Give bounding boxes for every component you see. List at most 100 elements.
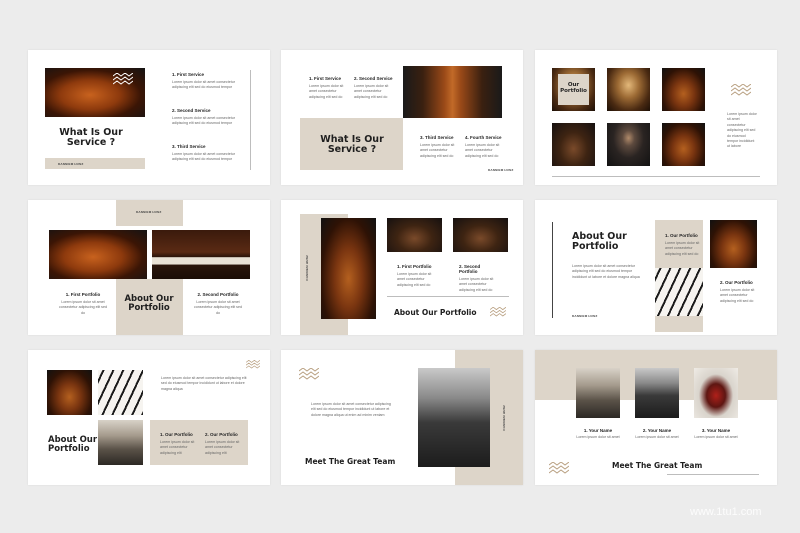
- team-member-name: 3. Your Name: [701, 428, 731, 433]
- portfolio-item-text: Lorem ipsum dolor sit amet consectetur a…: [205, 440, 240, 455]
- piano-keys-photo: [655, 268, 703, 316]
- service-item-text: Lorem ipsum dolor sit amet consectetur a…: [172, 152, 235, 162]
- tag-label: DANNIEM HUNZ: [58, 162, 84, 166]
- piano-keys-photo: [98, 370, 143, 415]
- tag-label: DANNIEM HUNZ: [572, 314, 598, 318]
- slide-about-portfolio-2[interactable]: DANNIEM HUNZ 1. First Portfolio Lorem ip…: [281, 200, 523, 335]
- tag-label: DANNIEM HUNZ: [305, 255, 309, 281]
- service-item: 4. Fourth Service Lorem ipsum dolor sit …: [465, 135, 503, 159]
- service-item-title: 2. Second Service: [172, 108, 211, 113]
- service-item-text: Lorem ipsum dolor sit amet consectetur a…: [309, 84, 344, 99]
- portfolio-item: 1. Our Portfolio Lorem ipsum dolor sit a…: [160, 432, 198, 456]
- slide-title: Meet The Great Team: [612, 461, 703, 470]
- portfolio-description: Lorem ipsum dolor sit amet consectetur a…: [727, 112, 757, 149]
- service-item-title: 4. Fourth Service: [465, 135, 502, 140]
- watermark: www.1tu1.com: [690, 506, 762, 518]
- service-item-text: Lorem ipsum dolor sit amet consectetur a…: [172, 80, 235, 90]
- slide-title: About Our Portfolio: [124, 294, 174, 314]
- service-item-title: 1. First Service: [309, 76, 342, 81]
- tag-label: DANNIEM HUNZ: [136, 210, 162, 214]
- orchestra-photo: [387, 218, 442, 252]
- slide-our-portfolio-grid[interactable]: Our Portfolio Lorem ipsum dolor sit amet…: [535, 50, 777, 185]
- slide-meet-the-team-1[interactable]: DANNIEM HUNZ Lorem ipsum dolor sit amet …: [281, 350, 523, 485]
- portfolio-item: 2. Second Portfolio Lorem ipsum dolor si…: [193, 292, 243, 316]
- portfolio-item: 1. First Portfolio Lorem ipsum dolor sit…: [397, 264, 437, 288]
- portfolio-item: 2. Second Portfolio Lorem ipsum dolor si…: [459, 264, 499, 293]
- service-item: 3. Third Service Lorem ipsum dolor sit a…: [420, 135, 458, 159]
- violin-photo: [49, 230, 147, 279]
- team-member: 2. Your Name Lorem ipsum dolor sit amet: [635, 428, 679, 440]
- wave-icon: [299, 368, 319, 380]
- portfolio-item-title: 2. Our Portfolio: [720, 280, 753, 285]
- portfolio-item-title: 2. Second Portfolio: [459, 264, 481, 274]
- portfolio-description: Lorem ipsum dolor sit amet consectetur a…: [161, 376, 247, 391]
- service-item-title: 2. Second Service: [354, 76, 393, 81]
- portfolio-description: Lorem ipsum dolor sit amet consectetur a…: [572, 264, 640, 279]
- service-item-title: 3. Third Service: [172, 144, 206, 149]
- service-item-title: 3. Third Service: [420, 135, 454, 140]
- cello-photo: [47, 370, 92, 415]
- portfolio-item-text: Lorem ipsum dolor sit amet consectetur a…: [160, 440, 195, 455]
- wave-icon: [490, 307, 506, 317]
- service-item: 2. Second Service Lorem ipsum dolor sit …: [354, 76, 394, 100]
- wave-icon: [549, 462, 569, 474]
- wave-icon: [731, 84, 751, 96]
- team-member: 3. Your Name Lorem ipsum dolor sit amet: [694, 428, 738, 440]
- tag-label: DANNIEM HUNZ: [488, 168, 514, 172]
- team-member-photo: [694, 368, 738, 418]
- service-item-title: 1. First Service: [172, 72, 205, 77]
- wave-icon: [113, 73, 133, 85]
- portfolio-item-title: 1. First Portfolio: [65, 292, 101, 297]
- orchestra-photo: [552, 123, 595, 166]
- slide-title: What Is Our Service ?: [59, 127, 123, 149]
- portfolio-item-text: Lorem ipsum dolor sit amet consectetur a…: [397, 272, 432, 287]
- cello-photo: [710, 220, 757, 268]
- service-item-text: Lorem ipsum dolor sit amet consectetur a…: [172, 116, 235, 126]
- portfolio-item-title: 1. Our Portfolio: [665, 233, 698, 238]
- divider: [387, 296, 509, 297]
- bottom-divider: [667, 474, 759, 475]
- cello-photo: [321, 218, 376, 319]
- slide-title: Our Portfolio: [560, 82, 587, 94]
- service-item-text: Lorem ipsum dolor sit amet consectetur a…: [465, 143, 500, 158]
- portfolio-item-text: Lorem ipsum dolor sit amet consectetur a…: [665, 241, 700, 256]
- vertical-divider: [250, 70, 251, 170]
- service-item: 1. First Service Lorem ipsum dolor sit a…: [172, 72, 242, 91]
- service-item-text: Lorem ipsum dolor sit amet consectetur a…: [420, 143, 455, 158]
- concert-hall-photo: [607, 68, 650, 111]
- portfolio-item-title: 1. First Portfolio: [397, 264, 432, 269]
- slide-title: About Our Portfolio: [572, 231, 627, 253]
- portfolio-item-text: Lorem ipsum dolor sit amet consectetur a…: [720, 288, 755, 303]
- team-description: Lorem ipsum dolor sit amet consectetur a…: [311, 402, 391, 417]
- team-member: 1. Your Name Lorem ipsum dolor sit amet: [576, 428, 620, 440]
- portfolio-title-box: Our Portfolio: [558, 74, 589, 105]
- vertical-divider: [552, 222, 553, 318]
- slide-meet-the-team-2[interactable]: 1. Your Name Lorem ipsum dolor sit amet …: [535, 350, 777, 485]
- portfolio-item: 2. Our Portfolio Lorem ipsum dolor sit a…: [205, 432, 243, 456]
- bottom-divider: [552, 176, 760, 177]
- team-member-photo: [635, 368, 679, 418]
- slide-title: What Is Our Service ?: [320, 134, 384, 156]
- team-member-name: 2. Your Name: [642, 428, 672, 433]
- portfolio-item: 2. Our Portfolio Lorem ipsum dolor sit a…: [720, 280, 756, 304]
- slide-about-portfolio-3[interactable]: About Our Portfolio Lorem ipsum dolor si…: [535, 200, 777, 335]
- portfolio-item-title: 2. Second Portfolio: [197, 292, 239, 297]
- piano-photo: [152, 230, 250, 279]
- service-item: 1. First Service Lorem ipsum dolor sit a…: [309, 76, 349, 100]
- portfolio-item-title: 2. Our Portfolio: [205, 432, 238, 437]
- cello-photo: [662, 68, 705, 111]
- slide-what-is-our-service-2[interactable]: What Is Our Service ? 1. First Service L…: [281, 50, 523, 185]
- slide-what-is-our-service-1[interactable]: What Is Our Service ? DANNIEM HUNZ 1. Fi…: [28, 50, 270, 185]
- violin-photo: [45, 68, 145, 117]
- wave-icon: [246, 360, 260, 369]
- portfolio-item-title: 1. Our Portfolio: [160, 432, 193, 437]
- slide-about-portfolio-4[interactable]: Lorem ipsum dolor sit amet consectetur a…: [28, 350, 270, 485]
- slide-title: About Our Portfolio: [394, 308, 477, 317]
- portfolio-item: 1. Our Portfolio Lorem ipsum dolor sit a…: [665, 233, 701, 257]
- service-item: 3. Third Service Lorem ipsum dolor sit a…: [172, 144, 242, 163]
- portfolio-item-text: Lorem ipsum dolor sit amet consectetur a…: [194, 300, 242, 315]
- slide-about-portfolio-1[interactable]: DANNIEM HUNZ About Our Portfolio 1. Firs…: [28, 200, 270, 335]
- slide-title: About Our Portfolio: [48, 435, 98, 455]
- team-member-text: Lorem ipsum dolor sit amet: [635, 435, 679, 439]
- violinist-photo: [98, 420, 143, 465]
